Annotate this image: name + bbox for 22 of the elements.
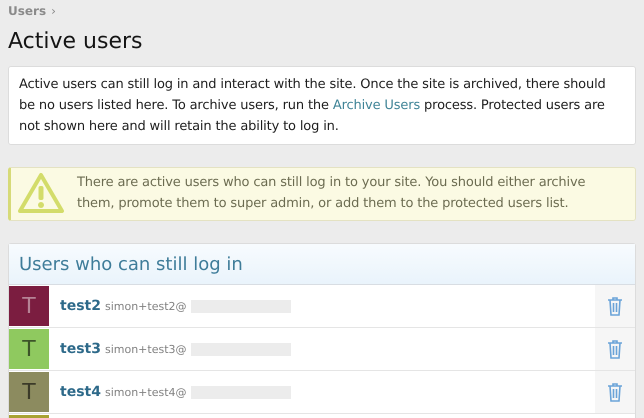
trash-icon[interactable] xyxy=(607,296,623,316)
email-text: simon+test3@ xyxy=(104,343,187,356)
breadcrumb-separator: › xyxy=(51,4,56,18)
avatar: T xyxy=(9,372,49,412)
username-link[interactable]: test2 xyxy=(60,298,101,314)
warning-message: There are active users who can still log in to your site. You should either archive them, promote them to super admin, or add them to the protected users list. xyxy=(77,174,586,213)
warning-icon xyxy=(17,172,65,214)
panel-title: Users who can still log in xyxy=(19,254,243,274)
page-title: Active users xyxy=(8,29,144,55)
delete-cell[interactable] xyxy=(595,328,635,370)
archive-users-link[interactable]: Archive Users xyxy=(332,98,420,113)
avatar: T xyxy=(9,329,49,369)
username-link[interactable]: test4 xyxy=(60,384,101,400)
delete-cell[interactable] xyxy=(595,371,635,413)
username-link[interactable]: test3 xyxy=(60,341,101,357)
delete-cell[interactable] xyxy=(595,285,635,327)
trash-icon[interactable] xyxy=(607,339,623,359)
email-text: simon+test2@ xyxy=(104,300,187,313)
trash-icon[interactable] xyxy=(607,382,623,402)
avatar: T xyxy=(9,286,49,326)
email-text: simon+test4@ xyxy=(104,386,187,399)
info-paragraph: Active users can still log in and interact with the site. Once the site is archived, there should be no users listed here. To archive users, run the Archive Users process. Protected users are not shown here and will retain the ability to log in. xyxy=(19,76,607,136)
